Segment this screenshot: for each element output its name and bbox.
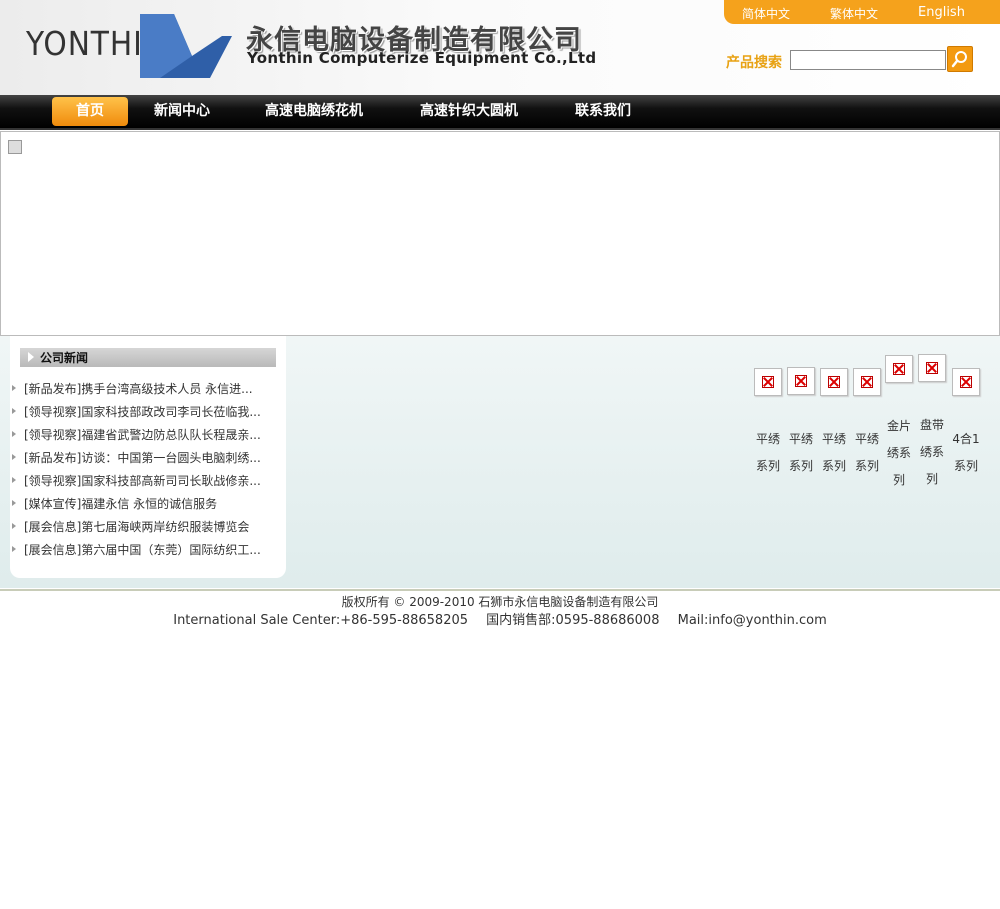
bullet-icon xyxy=(12,500,16,506)
news-item[interactable]: [新品发布]携手台湾高级技术人员 永信进... xyxy=(10,380,274,403)
bullet-icon xyxy=(12,523,16,529)
product-item[interactable]: 平绣系列 xyxy=(785,367,817,480)
news-item[interactable]: [新品发布]访谈：中国第一台圆头电脑刺绣... xyxy=(10,449,274,472)
product-item[interactable]: 平绣系列 xyxy=(818,368,850,480)
main-nav: 首页 新闻中心 高速电脑绣花机 高速针织大圆机 联系我们 xyxy=(0,95,1000,130)
domestic-sales-phone: 国内销售部:0595-88686008 xyxy=(486,613,660,628)
news-list: [新品发布]携手台湾高级技术人员 永信进... [领导视察]国家科技部政改司李司… xyxy=(10,380,274,564)
copyright-text: 版权所有 © 2009-2010 石狮市永信电脑设备制造有限公司 xyxy=(341,595,659,609)
product-image[interactable] xyxy=(820,368,848,396)
news-item[interactable]: [展会信息]第六届中国（东莞）国际纺织工... xyxy=(10,541,274,564)
product-image[interactable] xyxy=(754,368,782,396)
intl-sales-phone: International Sale Center:+86-595-886582… xyxy=(173,613,469,628)
product-image[interactable] xyxy=(787,367,815,395)
content-area: 公司新闻 [新品发布]携手台湾高级技术人员 永信进... [领导视察]国家科技部… xyxy=(0,336,1000,588)
broken-image-icon xyxy=(893,363,905,375)
bullet-icon xyxy=(12,454,16,460)
news-item[interactable]: [展会信息]第七届海峡两岸纺织服装博览会 xyxy=(10,518,274,541)
nav-knitting-machine[interactable]: 高速针织大圆机 xyxy=(420,95,518,128)
broken-image-icon xyxy=(762,376,774,388)
news-item[interactable]: [媒体宣传]福建永信 永恒的诚信服务 xyxy=(10,495,274,518)
lang-simplified-chinese[interactable]: 简体中文 xyxy=(742,5,790,22)
news-item[interactable]: [领导视察]国家科技部高新司司长耿战修亲... xyxy=(10,472,274,495)
product-label[interactable]: 平绣系列 xyxy=(752,426,784,480)
contact-email: Mail:info@yonthin.com xyxy=(677,613,827,628)
news-link[interactable]: [展会信息]第六届中国（东莞）国际纺织工... xyxy=(24,543,261,557)
news-title: 公司新闻 xyxy=(40,351,89,365)
broken-image-icon xyxy=(828,376,840,388)
broken-image-icon xyxy=(8,140,22,154)
search-button[interactable] xyxy=(947,46,973,72)
news-link[interactable]: [展会信息]第七届海峡两岸纺织服装博览会 xyxy=(24,520,249,534)
news-link[interactable]: [领导视察]国家科技部政改司李司长莅临我... xyxy=(24,405,261,419)
site-footer: 版权所有 © 2009-2010 石狮市永信电脑设备制造有限公司 Interna… xyxy=(0,592,1000,631)
bullet-icon xyxy=(12,385,16,391)
product-item[interactable]: 4合1系列 xyxy=(949,368,983,480)
product-item[interactable]: 平绣系列 xyxy=(851,368,883,480)
footer-divider xyxy=(0,589,1000,591)
broken-image-icon xyxy=(861,376,873,388)
bullet-icon xyxy=(12,477,16,483)
news-header: 公司新闻 xyxy=(20,348,276,367)
news-link[interactable]: [领导视察]福建省武警边防总队队长程晟亲... xyxy=(24,428,261,442)
banner-area xyxy=(0,131,1000,336)
broken-image-icon xyxy=(960,376,972,388)
broken-image-icon xyxy=(795,375,807,387)
search-label: 产品搜索 xyxy=(726,55,782,71)
company-logo[interactable]: YONTHIN xyxy=(22,12,232,82)
news-link[interactable]: [领导视察]国家科技部高新司司长耿战修亲... xyxy=(24,474,261,488)
product-image[interactable] xyxy=(853,368,881,396)
nav-news[interactable]: 新闻中心 xyxy=(154,95,210,128)
product-label[interactable]: 平绣系列 xyxy=(785,426,817,480)
product-label[interactable]: 4合1系列 xyxy=(949,426,983,480)
bullet-icon xyxy=(12,431,16,437)
lang-english[interactable]: English xyxy=(918,5,965,20)
news-link[interactable]: [新品发布]访谈：中国第一台圆头电脑刺绣... xyxy=(24,451,261,465)
product-label[interactable]: 金片绣系列 xyxy=(883,413,915,494)
search-input[interactable] xyxy=(790,50,946,70)
language-bar: 简体中文 繁体中文 English xyxy=(724,0,1000,24)
broken-image-icon xyxy=(926,362,938,374)
site-header: YONTHIN 永信电脑设备制造有限公司 Yonthin Computerize… xyxy=(0,0,1000,95)
lang-traditional-chinese[interactable]: 繁体中文 xyxy=(830,5,878,22)
product-image[interactable] xyxy=(952,368,980,396)
product-label[interactable]: 平绣系列 xyxy=(818,426,850,480)
product-item[interactable]: 平绣系列 xyxy=(752,368,784,480)
news-link[interactable]: [媒体宣传]福建永信 永恒的诚信服务 xyxy=(24,497,217,511)
bullet-icon xyxy=(12,408,16,414)
contact-info: International Sale Center:+86-595-886582… xyxy=(0,611,1000,631)
product-item[interactable]: 金片绣系列 xyxy=(883,355,915,494)
product-image[interactable] xyxy=(885,355,913,383)
nav-home[interactable]: 首页 xyxy=(52,97,128,126)
nav-embroidery-machine[interactable]: 高速电脑绣花机 xyxy=(265,95,363,128)
product-label[interactable]: 盘带绣系列 xyxy=(916,412,948,493)
product-item[interactable]: 盘带绣系列 xyxy=(916,354,948,493)
product-label[interactable]: 平绣系列 xyxy=(851,426,883,480)
company-name-en: Yonthin Computerize Equipment Co.,Ltd xyxy=(247,49,597,67)
arrow-right-icon xyxy=(28,352,34,362)
magnifier-icon xyxy=(951,51,967,68)
nav-contact[interactable]: 联系我们 xyxy=(575,95,631,128)
logo-arrow-icon xyxy=(140,14,232,78)
news-link[interactable]: [新品发布]携手台湾高级技术人员 永信进... xyxy=(24,382,253,396)
news-item[interactable]: [领导视察]福建省武警边防总队队长程晟亲... xyxy=(10,426,274,449)
news-panel: 公司新闻 [新品发布]携手台湾高级技术人员 永信进... [领导视察]国家科技部… xyxy=(10,336,286,578)
news-item[interactable]: [领导视察]国家科技部政改司李司长莅临我... xyxy=(10,403,274,426)
product-image[interactable] xyxy=(918,354,946,382)
bullet-icon xyxy=(12,546,16,552)
